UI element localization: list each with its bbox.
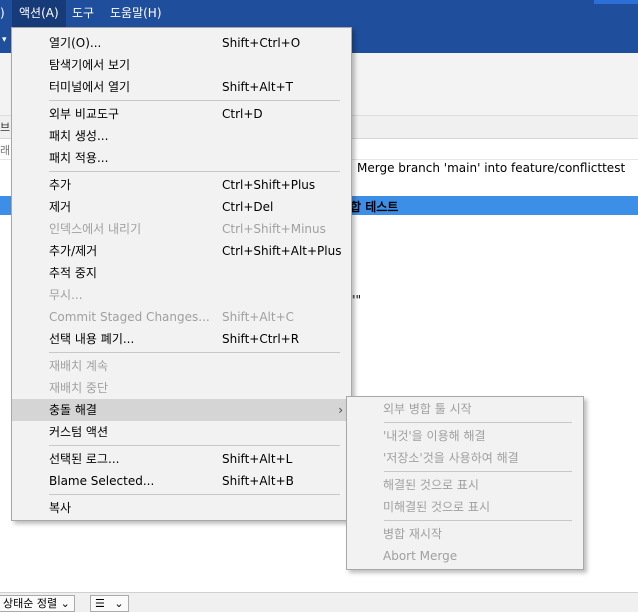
menu-item-label: 복사 — [49, 501, 72, 515]
menu-item: Commit Staged Changes... Shift+Alt+C — [12, 306, 351, 328]
window-accent-strip — [594, 0, 638, 4]
menu-item[interactable]: 터미널에서 열기 Shift+Alt+T — [12, 76, 351, 98]
menu-tools[interactable]: 도구 — [72, 0, 94, 27]
menu-item[interactable]: 커스텀 액션 — [12, 421, 351, 443]
action-menu: 열기(O)... Shift+Ctrl+O 탐색기에서 보기터미널에서 열기 Shif… — [11, 27, 352, 521]
menu-item-shortcut: Ctrl+Shift+Minus — [222, 222, 326, 236]
menu-item-label: 인덱스에서 내리기 — [49, 222, 142, 236]
menu-item-label: 병합 재시작 — [383, 527, 443, 541]
menu-item-shortcut: Ctrl+Del — [222, 200, 274, 214]
view-mode-dropdown[interactable]: ☰ ⌄ — [90, 595, 129, 612]
menu-item-label: Abort Merge — [383, 549, 458, 563]
panel-header-fragment: 브 — [0, 121, 11, 134]
menu-separator — [384, 471, 572, 472]
conflict-resolve-submenu: 외부 병합 툴 시작 '내것'을 이용해 해결 '저장소'것을 사용하여 해결해결된… — [346, 396, 584, 570]
menu-item-label: 무시... — [49, 288, 83, 302]
menu-separator — [384, 422, 572, 423]
sort-dropdown[interactable]: 상태순 정렬 ⌄ — [0, 595, 75, 612]
panel-subheader-fragment: 래 — [0, 144, 11, 157]
menu-item-shortcut: Shift+Alt+B — [222, 474, 294, 488]
menu-item[interactable]: 패치 적용... — [12, 147, 351, 169]
menu-item-shortcut: Shift+Alt+T — [222, 80, 293, 94]
menu-item-label: 추적 중지 — [49, 266, 97, 280]
menu-help[interactable]: 도움말(H) — [110, 0, 162, 27]
menu-item[interactable]: 탐색기에서 보기 — [12, 54, 351, 76]
menu-item[interactable]: 추가 Ctrl+Shift+Plus — [12, 174, 351, 196]
menu-separator — [49, 445, 340, 446]
menu-item[interactable]: 외부 비교도구 Ctrl+D — [12, 103, 351, 125]
menu-item[interactable]: 선택 내용 폐기... Shift+Ctrl+R — [12, 328, 351, 350]
menu-separator — [49, 171, 340, 172]
menu-item[interactable]: 복사 — [12, 497, 351, 519]
menu-item-label: Commit Staged Changes... — [49, 310, 210, 324]
menu-action[interactable]: 액션(A) — [12, 0, 66, 27]
menu-item: 재배치 중단 — [12, 377, 351, 399]
menu-item-shortcut: Shift+Ctrl+O — [222, 36, 301, 50]
menu-separator — [384, 520, 572, 521]
menu-item-label: 열기(O)... — [49, 36, 102, 50]
status-bar: 상태순 정렬 ⌄ ☰ ⌄ — [0, 592, 638, 612]
menu-item-label: 미해결된 것으로 표시 — [383, 500, 490, 514]
menu-separator — [49, 494, 340, 495]
chevron-down-icon: ⌄ — [60, 597, 70, 610]
menu-item-label: 외부 병합 툴 시작 — [383, 402, 472, 416]
menu-item-label: 패치 적용... — [49, 151, 109, 165]
menu-item-shortcut: Shift+Alt+L — [222, 452, 293, 466]
dropdown-icon[interactable]: ▾ — [2, 35, 7, 45]
menu-item-label: '저장소'것을 사용하여 해결 — [383, 451, 519, 465]
menu-item-label: 선택 내용 폐기... — [49, 332, 135, 346]
menu-item: Abort Merge — [347, 545, 583, 567]
list-icon: ☰ — [95, 597, 105, 610]
menu-item-label: '내것'을 이용해 해결 — [383, 429, 486, 443]
menu-item-label: 패치 생성... — [49, 129, 109, 143]
menu-item-shortcut: Ctrl+D — [222, 107, 263, 121]
menu-item-label: 충돌 해결 — [49, 403, 97, 417]
menu-item: 인덱스에서 내리기 Ctrl+Shift+Minus — [12, 218, 351, 240]
menu-item-label: 커스텀 액션 — [49, 425, 109, 439]
menubar: ) 액션(A) 도구 도움말(H) — [0, 0, 638, 27]
menu-item: '저장소'것을 사용하여 해결 — [347, 447, 583, 469]
menu-item-shortcut: Ctrl+Shift+Alt+Plus — [222, 244, 342, 258]
menu-item-label: 외부 비교도구 — [49, 107, 120, 121]
menu-item: 미해결된 것으로 표시 — [347, 496, 583, 518]
sort-label: 상태순 정렬 — [3, 597, 58, 610]
menu-item-label: 추가/제거 — [49, 244, 98, 258]
menu-item: 외부 병합 툴 시작 — [347, 398, 583, 420]
menubar-left-fragment: ) — [0, 6, 5, 20]
menu-item-label: 재배치 계속 — [49, 359, 109, 373]
menu-item-shortcut: Shift+Alt+C — [222, 310, 295, 324]
chevron-down-icon: ⌄ — [114, 597, 124, 610]
menu-separator — [49, 352, 340, 353]
menu-item-label: 탐색기에서 보기 — [49, 58, 131, 72]
menu-item-label: 해결된 것으로 표시 — [383, 478, 479, 492]
menu-item[interactable]: 추가/제거 Ctrl+Shift+Alt+Plus — [12, 240, 351, 262]
commit-message-selected: 합 테스트 — [350, 200, 399, 214]
menu-item: 병합 재시작 — [347, 523, 583, 545]
menu-item: '내것'을 이용해 해결 — [347, 425, 583, 447]
menu-item-shortcut: Ctrl+Shift+Plus — [222, 178, 316, 192]
menu-item[interactable]: Blame Selected... Shift+Alt+B — [12, 470, 351, 492]
menu-item[interactable]: 충돌 해결 › — [12, 399, 351, 421]
menu-separator — [49, 100, 340, 101]
menu-item[interactable]: 열기(O)... Shift+Ctrl+O — [12, 32, 351, 54]
menu-item-label: Blame Selected... — [49, 474, 155, 488]
menu-item[interactable]: 추적 중지 — [12, 262, 351, 284]
menu-item: 재배치 계속 — [12, 355, 351, 377]
menu-item-label: 선택된 로그... — [49, 452, 120, 466]
chevron-right-icon: › — [338, 403, 343, 417]
menu-item[interactable]: 제거 Ctrl+Del — [12, 196, 351, 218]
menu-item[interactable]: 선택된 로그... Shift+Alt+L — [12, 448, 351, 470]
menu-item-label: 제거 — [49, 200, 72, 214]
menu-item-label: 터미널에서 열기 — [49, 80, 131, 94]
menu-item[interactable]: 패치 생성... — [12, 125, 351, 147]
commit-message: Merge branch 'main' into feature/conflic… — [357, 161, 626, 175]
menu-item-label: 재배치 중단 — [49, 381, 109, 395]
menu-item: 해결된 것으로 표시 — [347, 474, 583, 496]
menu-item-label: 추가 — [49, 178, 72, 192]
menu-item: 무시... — [12, 284, 351, 306]
menu-item-shortcut: Shift+Ctrl+R — [222, 332, 300, 346]
